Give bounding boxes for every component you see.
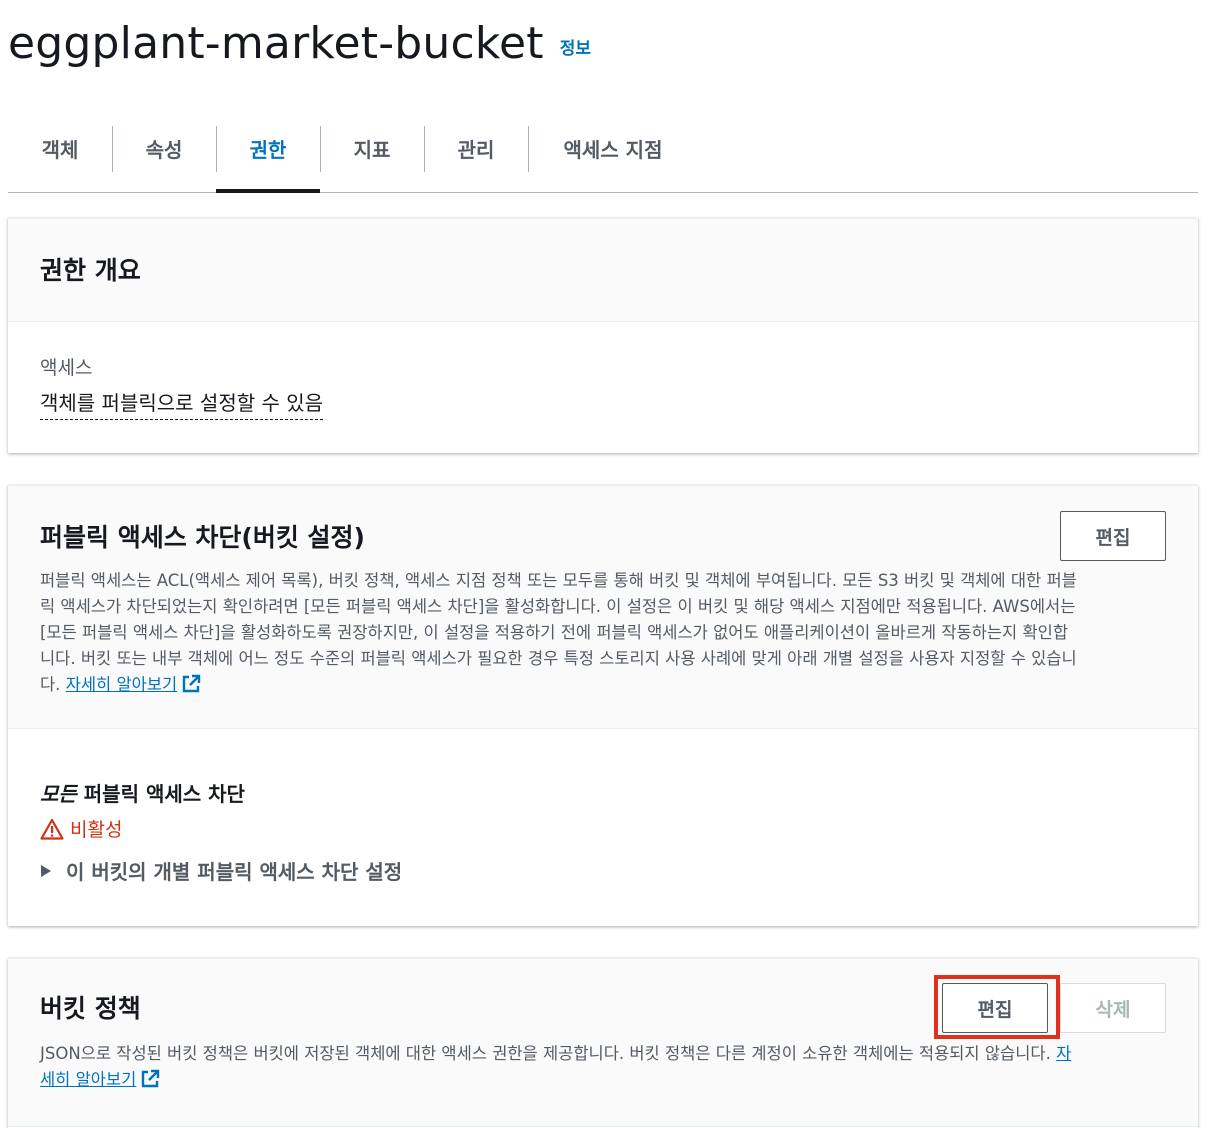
tab-permissions[interactable]: 권한 xyxy=(216,104,320,193)
tab-access-points[interactable]: 액세스 지점 xyxy=(528,104,698,192)
learn-more-link[interactable]: 자세히 알아보기 xyxy=(66,675,178,694)
edit-button[interactable]: 편집 xyxy=(1060,511,1166,561)
individual-settings-expander[interactable]: 이 버킷의 개별 퍼블릭 액세스 차단 설정 xyxy=(40,856,402,885)
description-line: JSON으로 작성된 버킷 정책은 버킷에 저장된 객체에 대한 액세스 권한을… xyxy=(40,1041,1170,1067)
page-header: eggplant-market-bucket 정보 xyxy=(8,18,591,69)
page-title: eggplant-market-bucket xyxy=(8,18,544,69)
caret-right-icon xyxy=(41,864,51,877)
tab-management[interactable]: 관리 xyxy=(424,104,528,192)
description-line: 세히 알아보기 xyxy=(40,1067,1170,1093)
delete-button: 삭제 xyxy=(1060,983,1166,1033)
tab-bar: 객체 속성 권한 지표 관리 액세스 지점 xyxy=(8,104,1198,193)
description-line: 퍼블릭 액세스는 ACL(액세스 제어 목록), 버킷 정책, 액세스 지점 정… xyxy=(40,571,1077,590)
panel-description: 퍼블릭 액세스는 ACL(액세스 제어 목록), 버킷 정책, 액세스 지점 정… xyxy=(40,568,1170,698)
learn-more-link-start[interactable]: 자 xyxy=(1056,1044,1071,1063)
panel-header: 퍼블릭 액세스 차단(버킷 설정) 편집 퍼블릭 액세스는 ACL(액세스 제어… xyxy=(8,486,1198,729)
learn-more-link[interactable]: 세히 알아보기 xyxy=(40,1070,136,1089)
access-value[interactable]: 객체를 퍼블릭으로 설정할 수 있음 xyxy=(40,391,324,420)
edit-button[interactable]: 편집 xyxy=(942,983,1048,1033)
external-link-icon[interactable] xyxy=(181,674,201,694)
bucket-policy-panel: 버킷 정책 편집 삭제 JSON으로 작성된 버킷 정책은 버킷에 저장된 객체… xyxy=(8,958,1198,1128)
description-line: 릭 액세스가 차단되었는지 확인하려면 [모든 퍼블릭 액세스 차단]을 활성화… xyxy=(40,597,1076,616)
panel-title: 권한 개요 xyxy=(40,256,141,285)
panel-description: JSON으로 작성된 버킷 정책은 버킷에 저장된 객체에 대한 액세스 권한을… xyxy=(40,1041,1170,1093)
info-link[interactable]: 정보 xyxy=(560,34,591,59)
description-text: JSON으로 작성된 버킷 정책은 버킷에 저장된 객체에 대한 액세스 권한을… xyxy=(40,1044,1051,1063)
panel-title: 퍼블릭 액세스 차단(버킷 설정) xyxy=(40,523,365,552)
setting-title-italic: 모든 xyxy=(40,782,77,806)
status-indicator: 비활성 xyxy=(40,815,122,842)
setting-title-rest: 퍼블릭 액세스 차단 xyxy=(76,782,245,806)
external-link-icon[interactable] xyxy=(140,1069,160,1089)
permissions-overview-panel: 권한 개요 액세스 객체를 퍼블릭으로 설정할 수 있음 xyxy=(8,218,1198,453)
description-line: 다. 자세히 알아보기 xyxy=(40,672,1170,698)
panel-header: 권한 개요 xyxy=(8,219,1198,322)
block-all-setting-title: 모든 퍼블릭 액세스 차단 xyxy=(40,778,245,807)
tab-metrics[interactable]: 지표 xyxy=(320,104,424,192)
description-line: 니다. 버킷 또는 내부 객체에 어느 정도 수준의 퍼블릭 액세스가 필요한 … xyxy=(40,649,1077,668)
panel-header: 버킷 정책 편집 삭제 JSON으로 작성된 버킷 정책은 버킷에 저장된 객체… xyxy=(8,959,1198,1127)
block-public-access-panel: 퍼블릭 액세스 차단(버킷 설정) 편집 퍼블릭 액세스는 ACL(액세스 제어… xyxy=(8,485,1198,926)
warning-icon xyxy=(40,818,64,840)
tab-objects[interactable]: 객체 xyxy=(8,104,112,192)
panel-title: 버킷 정책 xyxy=(40,994,141,1023)
expander-label: 이 버킷의 개별 퍼블릭 액세스 차단 설정 xyxy=(66,860,403,884)
description-line-end: 다. xyxy=(40,675,61,694)
tab-properties[interactable]: 속성 xyxy=(112,104,216,192)
status-text: 비활성 xyxy=(70,819,123,841)
access-label: 액세스 xyxy=(40,357,93,379)
description-line: [모든 퍼블릭 액세스 차단]을 활성화하도록 권장하지만, 이 설정을 적용하… xyxy=(40,623,1069,642)
